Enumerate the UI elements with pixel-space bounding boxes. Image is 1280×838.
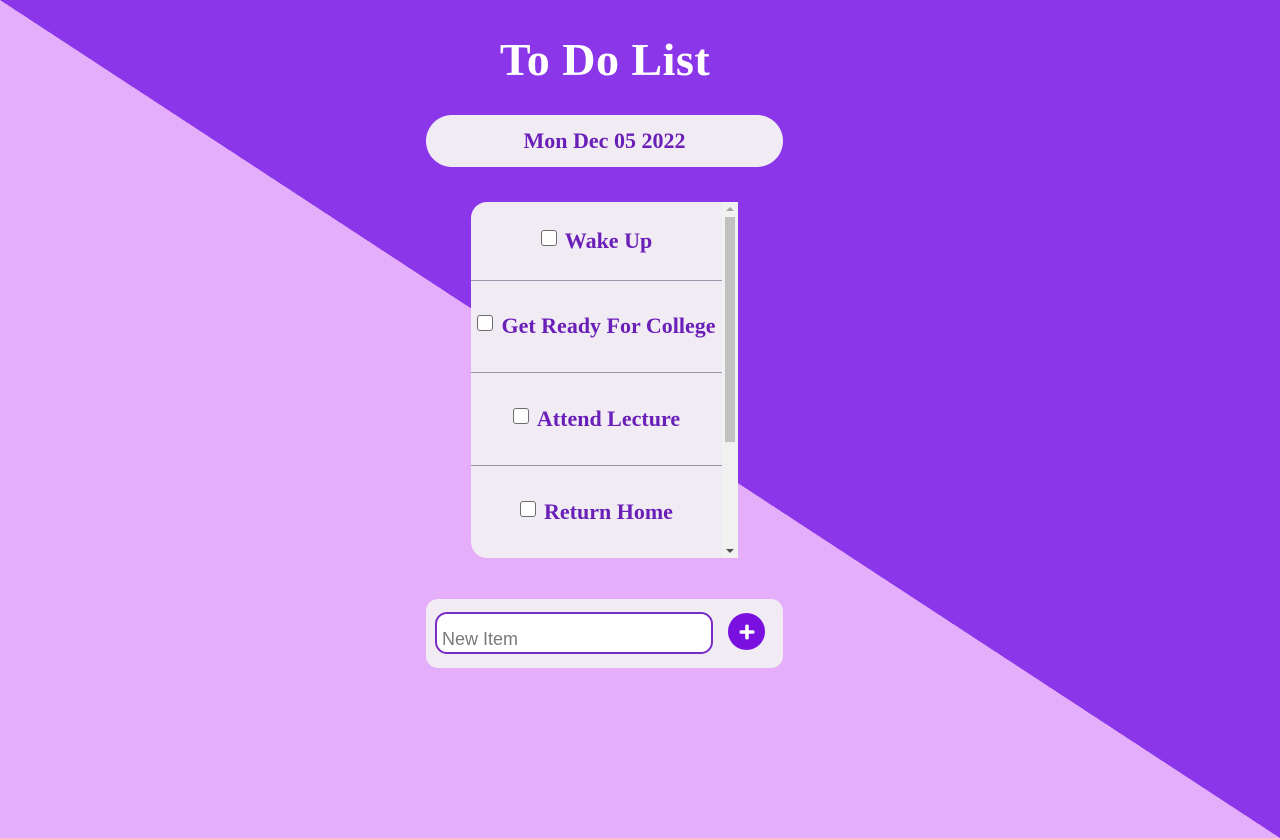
list-scrollbar[interactable] — [722, 202, 738, 558]
list-item: Return Home — [471, 466, 722, 558]
item-checkbox[interactable] — [540, 229, 557, 246]
list-item: Get Ready For College — [471, 281, 722, 374]
scroll-down-icon[interactable] — [726, 549, 734, 553]
list-item: Attend Lecture — [471, 373, 722, 466]
item-checkbox[interactable] — [477, 315, 494, 332]
date-display: Mon Dec 05 2022 — [426, 115, 783, 167]
date-label: Mon Dec 05 2022 — [523, 128, 686, 153]
item-label: Wake Up — [564, 227, 653, 253]
todo-list[interactable]: Wake Up Get Ready For College Attend Lec… — [471, 202, 738, 558]
scrollbar-thumb[interactable] — [725, 217, 735, 442]
list-item: Wake Up — [471, 202, 722, 281]
todo-list-items: Wake Up Get Ready For College Attend Lec… — [471, 202, 722, 558]
item-checkbox[interactable] — [512, 407, 529, 424]
item-label: Return Home — [544, 498, 673, 524]
add-item-button[interactable] — [728, 613, 765, 650]
plus-icon — [739, 624, 754, 639]
page-title: To Do List — [499, 34, 711, 85]
item-checkbox[interactable] — [520, 500, 537, 517]
item-label: Attend Lecture — [536, 405, 681, 431]
new-item-input[interactable] — [435, 612, 713, 654]
scroll-up-icon[interactable] — [726, 207, 734, 211]
add-item-form — [426, 599, 783, 668]
item-label: Get Ready For College — [501, 313, 716, 339]
